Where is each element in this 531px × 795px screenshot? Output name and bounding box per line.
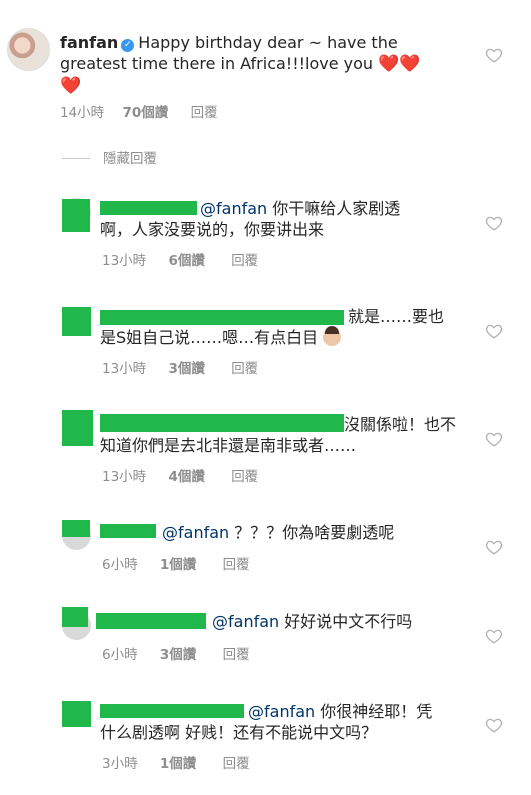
mention-link[interactable]: @fanfan xyxy=(248,702,315,721)
reply-meta: 13小時 4個讚 回覆 xyxy=(102,468,258,486)
reply-button[interactable]: 回覆 xyxy=(223,755,250,773)
reply-likes[interactable]: 4個讚 xyxy=(168,468,204,486)
comment-meta: 14小時 70個讚 回覆 xyxy=(60,104,218,122)
verified-icon: ✓ xyxy=(121,39,135,52)
reply-likes[interactable]: 3個讚 xyxy=(168,360,204,378)
reply-likes[interactable]: 1個讚 xyxy=(160,556,196,574)
heart-emoji: ❤️ xyxy=(60,76,82,96)
heart-emoji: ❤️ xyxy=(378,54,400,74)
reply-likes[interactable]: 3個讚 xyxy=(160,646,196,664)
reply-text-line-1: 你很神经耶！凭 xyxy=(320,702,433,721)
reply-text: 沒關係啦！也不 知道你們是去北非還是南非或者…… xyxy=(100,414,470,456)
reply-text: @fanfan 你很神经耶！凭 什么剧透啊 好贱！还有不能说中文吗？ xyxy=(100,701,470,743)
comment-time: 14小時 xyxy=(60,105,105,121)
reply-text-line-2: 是S姐自己说……嗯…有点白目 xyxy=(100,328,319,347)
hide-replies-button[interactable]: 隱藏回覆 xyxy=(103,150,157,168)
reply-time: 13小時 xyxy=(102,469,147,485)
reply-text-line-1: 就是……要也 xyxy=(348,307,445,326)
reply-text-line-1: 你干嘛给人家剧透 xyxy=(272,199,401,218)
redaction-box xyxy=(62,607,88,627)
reply-button[interactable]: 回覆 xyxy=(231,252,258,270)
main-comment-text: fanfan ✓ Happy birthday dear ~ have the gr… xyxy=(60,32,470,97)
reply-time: 13小時 xyxy=(102,361,147,377)
reply-meta: 6小時 1個讚 回覆 xyxy=(102,556,250,574)
reply-likes[interactable]: 6個讚 xyxy=(168,252,204,270)
reply-text-line-1: ？？？你為啥要劇透呢 xyxy=(234,523,395,542)
reply-button[interactable]: 回覆 xyxy=(231,468,258,486)
reply-meta: 6小時 3個讚 回覆 xyxy=(102,646,250,664)
reply-text-line-1: 沒關係啦！也不 xyxy=(344,415,457,434)
mention-link[interactable]: @fanfan xyxy=(162,523,229,542)
reply-text: @fanfan 你干嘛给人家剧透 啊，人家没要说的，你要讲出来 xyxy=(100,198,470,240)
heart-outline-icon[interactable] xyxy=(485,214,503,232)
woman-gesture-emoji xyxy=(323,326,342,346)
reply-text-line-2: 知道你們是去北非還是南非或者…… xyxy=(100,436,357,455)
redaction-box xyxy=(62,701,91,727)
reply-meta: 13小時 3個讚 回覆 xyxy=(102,360,258,378)
heart-outline-icon[interactable] xyxy=(485,538,503,556)
reply-time: 6小時 xyxy=(102,557,138,573)
reply-text-line-1: 好好说中文不行吗 xyxy=(284,612,413,631)
heart-outline-icon[interactable] xyxy=(485,627,503,645)
reply-meta: 3小時 1個讚 回覆 xyxy=(102,755,250,773)
redaction-box xyxy=(62,410,93,446)
redaction-box xyxy=(62,520,90,537)
reply-time: 6小時 xyxy=(102,647,138,663)
reply-text: 就是……要也 是S姐自己说……嗯…有点白目 xyxy=(100,306,470,348)
reply-button[interactable]: 回覆 xyxy=(223,556,250,574)
heart-outline-icon[interactable] xyxy=(485,430,503,448)
reply-button[interactable]: 回覆 xyxy=(231,360,258,378)
reply-button[interactable]: 回覆 xyxy=(191,104,218,122)
reply-text: @fanfan ？？？你為啥要劇透呢 xyxy=(100,522,470,543)
reply-likes[interactable]: 1個讚 xyxy=(160,755,196,773)
heart-emoji: ❤️ xyxy=(399,54,421,74)
comment-likes[interactable]: 70個讚 xyxy=(122,104,168,122)
reply-text: @fanfan 好好说中文不行吗 xyxy=(96,611,476,632)
reply-text-line-2: 啊，人家没要说的，你要讲出来 xyxy=(100,220,325,239)
divider xyxy=(62,158,90,159)
heart-outline-icon[interactable] xyxy=(485,322,503,340)
mention-link[interactable]: @fanfan xyxy=(200,199,267,218)
reply-text-line-2: 什么剧透啊 好贱！还有不能说中文吗？ xyxy=(100,723,378,742)
heart-outline-icon[interactable] xyxy=(485,46,503,64)
mention-link[interactable]: @fanfan xyxy=(212,612,279,631)
comment-text-line-2: greatest time there in Africa!!!love you xyxy=(60,54,374,73)
redaction-box xyxy=(62,307,91,336)
reply-time: 13小時 xyxy=(102,253,147,269)
comment-text-line-1: Happy birthday dear ~ have the xyxy=(138,33,398,52)
redaction-box xyxy=(62,199,90,232)
heart-outline-icon[interactable] xyxy=(485,716,503,734)
avatar[interactable] xyxy=(7,28,50,71)
reply-time: 3小時 xyxy=(102,756,138,772)
reply-button[interactable]: 回覆 xyxy=(223,646,250,664)
comment-username[interactable]: fanfan xyxy=(60,33,118,52)
reply-meta: 13小時 6個讚 回覆 xyxy=(102,252,258,270)
